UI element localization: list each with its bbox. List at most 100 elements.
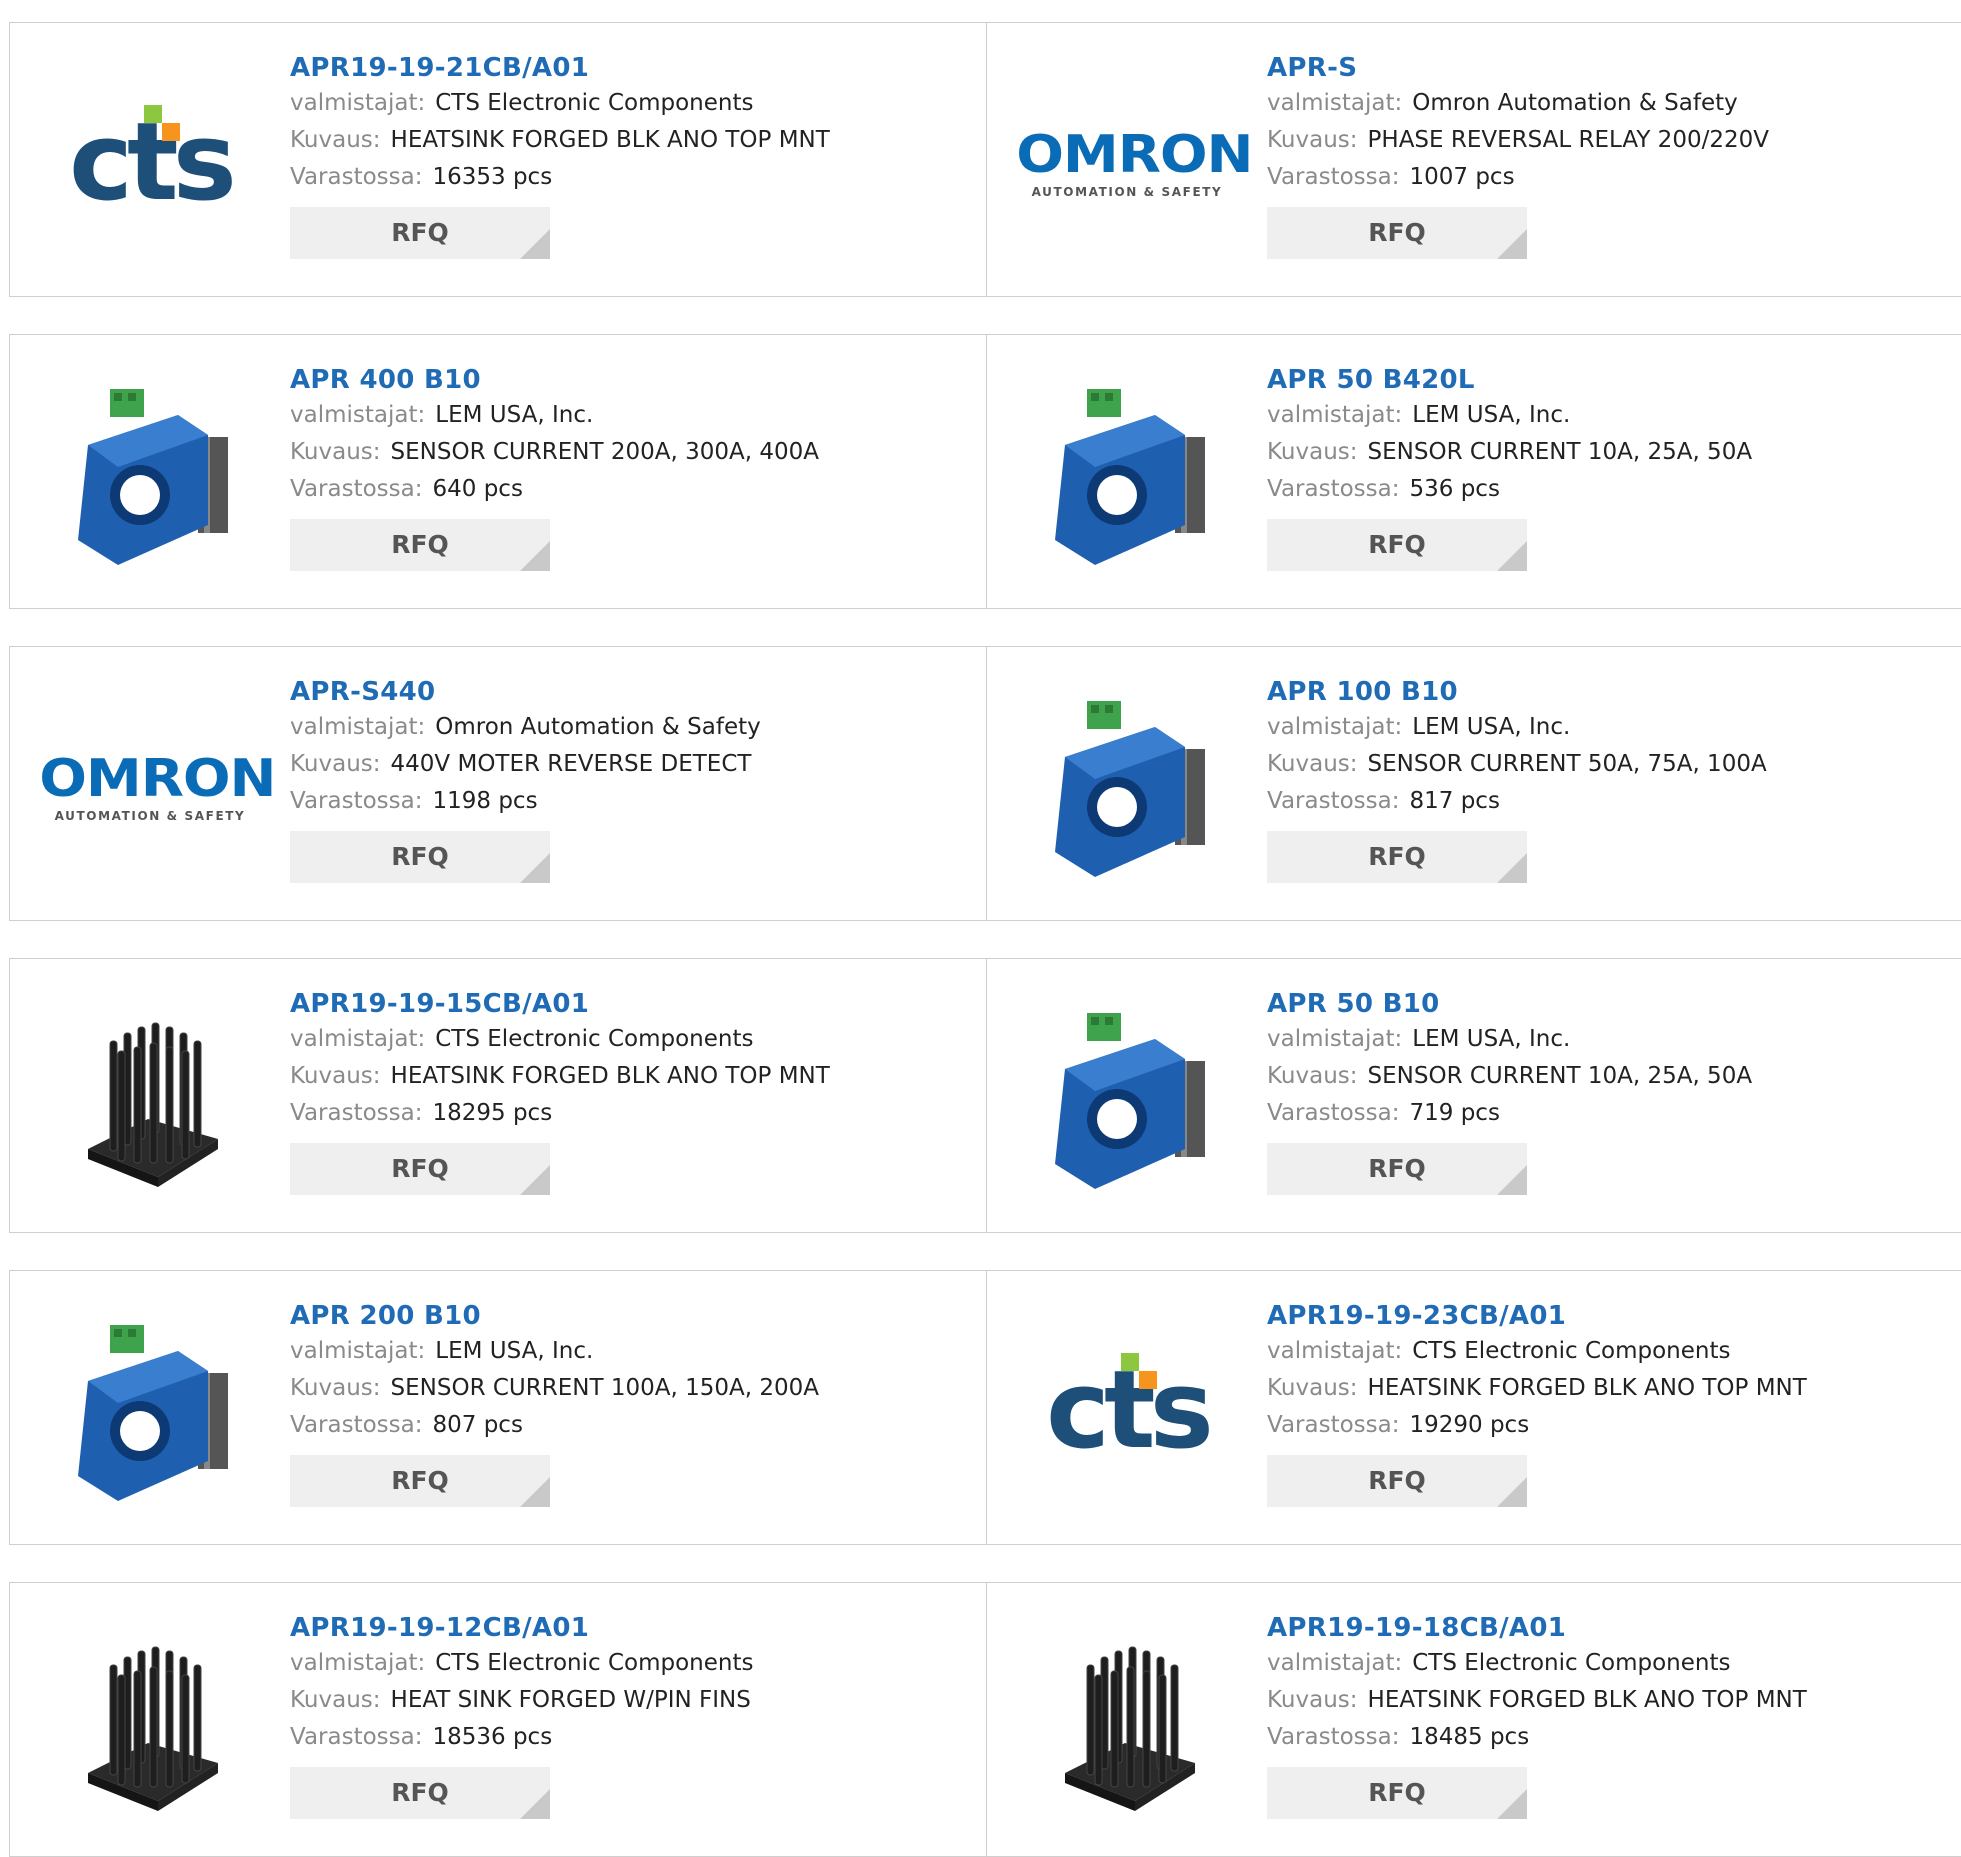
product-image[interactable]: [48, 999, 252, 1199]
rfq-button[interactable]: RFQ: [1267, 1455, 1527, 1507]
manufacturer-label: valmistajat:: [1267, 402, 1403, 428]
rfq-button[interactable]: RFQ: [290, 207, 550, 259]
current-sensor-image: [1055, 389, 1205, 565]
stock-value: 16353 pcs: [432, 164, 553, 190]
stock-value: 19290 pcs: [1409, 1412, 1530, 1438]
description-label: Kuvaus:: [290, 751, 381, 777]
stock-value: 719 pcs: [1409, 1100, 1500, 1126]
stock-value: 1198 pcs: [432, 788, 538, 814]
part-number-link[interactable]: APR19-19-21CB/A01: [290, 51, 976, 85]
manufacturer-value: CTS Electronic Components: [435, 1026, 754, 1052]
product-image[interactable]: [48, 1311, 252, 1511]
manufacturer-value: LEM USA, Inc.: [435, 402, 594, 428]
rfq-button[interactable]: RFQ: [1267, 1767, 1527, 1819]
part-number-link[interactable]: APR 400 B10: [290, 363, 976, 397]
stock-value: 807 pcs: [432, 1412, 523, 1438]
product-card: APR 400 B10 valmistajat: LEM USA, Inc. Ku…: [9, 334, 987, 609]
product-image[interactable]: OMRON AUTOMATION & SAFETY: [39, 687, 276, 887]
rfq-button[interactable]: RFQ: [290, 831, 550, 883]
part-number-link[interactable]: APR-S: [1267, 51, 1954, 85]
description-label: Kuvaus:: [1267, 127, 1358, 153]
stock-value: 640 pcs: [432, 476, 523, 502]
part-number-link[interactable]: APR19-19-15CB/A01: [290, 987, 976, 1021]
stock-label: Varastossa:: [1267, 1100, 1400, 1126]
product-image[interactable]: cts: [1025, 1311, 1229, 1511]
stock-label: Varastossa:: [290, 164, 423, 190]
manufacturer-value: LEM USA, Inc.: [1412, 1026, 1571, 1052]
product-card: cts APR19-19-23CB/A01 valmistajat: CTS El…: [986, 1270, 1961, 1545]
stock-value: 536 pcs: [1409, 476, 1500, 502]
stock-label: Varastossa:: [290, 1100, 423, 1126]
description-label: Kuvaus:: [1267, 439, 1358, 465]
description-value: SENSOR CURRENT 10A, 25A, 50A: [1367, 439, 1753, 465]
part-number-link[interactable]: APR19-19-12CB/A01: [290, 1611, 976, 1645]
stock-label: Varastossa:: [290, 1724, 423, 1750]
product-image[interactable]: [1025, 999, 1229, 1199]
pin-heatsink-image: [88, 1646, 218, 1811]
product-card: APR 50 B10 valmistajat: LEM USA, Inc. Kuv…: [986, 958, 1961, 1233]
product-image[interactable]: [1025, 1623, 1229, 1823]
stock-label: Varastossa:: [1267, 788, 1400, 814]
manufacturer-label: valmistajat:: [290, 1338, 426, 1364]
product-image[interactable]: cts: [48, 63, 252, 263]
rfq-button[interactable]: RFQ: [290, 1455, 550, 1507]
rfq-button[interactable]: RFQ: [1267, 1143, 1527, 1195]
description-label: Kuvaus:: [1267, 1687, 1358, 1713]
product-image[interactable]: [1025, 687, 1229, 887]
rfq-button[interactable]: RFQ: [290, 1143, 550, 1195]
manufacturer-value: LEM USA, Inc.: [1412, 714, 1571, 740]
rfq-button[interactable]: RFQ: [290, 1767, 550, 1819]
product-grid: cts APR19-19-21CB/A01 valmistajat: CTS El…: [9, 22, 1961, 1857]
part-number-link[interactable]: APR 50 B420L: [1267, 363, 1954, 397]
manufacturer-label: valmistajat:: [1267, 90, 1403, 116]
description-label: Kuvaus:: [290, 1063, 381, 1089]
description-value: HEATSINK FORGED BLK ANO TOP MNT: [1367, 1687, 1807, 1713]
rfq-button[interactable]: RFQ: [1267, 831, 1527, 883]
description-label: Kuvaus:: [290, 439, 381, 465]
product-card: APR 100 B10 valmistajat: LEM USA, Inc. Ku…: [986, 646, 1961, 921]
rfq-button[interactable]: RFQ: [1267, 519, 1527, 571]
description-value: 440V MOTER REVERSE DETECT: [390, 751, 752, 777]
description-value: HEATSINK FORGED BLK ANO TOP MNT: [1367, 1375, 1807, 1401]
manufacturer-value: LEM USA, Inc.: [1412, 402, 1571, 428]
manufacturer-label: valmistajat:: [290, 402, 426, 428]
product-card: APR19-19-18CB/A01 valmistajat: CTS Electr…: [986, 1582, 1961, 1857]
description-value: SENSOR CURRENT 100A, 150A, 200A: [390, 1375, 819, 1401]
rfq-button[interactable]: RFQ: [1267, 207, 1527, 259]
part-number-link[interactable]: APR 50 B10: [1267, 987, 1954, 1021]
part-number-link[interactable]: APR 100 B10: [1267, 675, 1954, 709]
part-number-link[interactable]: APR-S440: [290, 675, 976, 709]
part-number-link[interactable]: APR 200 B10: [290, 1299, 976, 1333]
manufacturer-label: valmistajat:: [1267, 714, 1403, 740]
current-sensor-image: [1055, 701, 1205, 877]
description-label: Kuvaus:: [290, 1687, 381, 1713]
part-number-link[interactable]: APR19-19-23CB/A01: [1267, 1299, 1954, 1333]
product-card: APR19-19-15CB/A01 valmistajat: CTS Electr…: [9, 958, 987, 1233]
part-number-link[interactable]: APR19-19-18CB/A01: [1267, 1611, 1954, 1645]
description-value: SENSOR CURRENT 10A, 25A, 50A: [1367, 1063, 1753, 1089]
current-sensor-image: [78, 1325, 228, 1501]
product-image[interactable]: [1025, 375, 1229, 575]
product-image[interactable]: [48, 375, 252, 575]
product-image[interactable]: OMRON AUTOMATION & SAFETY: [1016, 63, 1253, 263]
manufacturer-value: CTS Electronic Components: [1412, 1650, 1731, 1676]
manufacturer-value: Omron Automation & Safety: [1412, 90, 1738, 116]
stock-label: Varastossa:: [290, 476, 423, 502]
pin-heatsink-image: [88, 1022, 218, 1187]
manufacturer-value: CTS Electronic Components: [435, 90, 754, 116]
omron-logo: OMRON AUTOMATION & SAFETY: [1016, 125, 1253, 199]
product-card: APR 200 B10 valmistajat: LEM USA, Inc. Ku…: [9, 1270, 987, 1545]
description-value: HEATSINK FORGED BLK ANO TOP MNT: [390, 1063, 830, 1089]
pin-heatsink-image: [1065, 1646, 1195, 1811]
current-sensor-image: [78, 389, 228, 565]
stock-value: 817 pcs: [1409, 788, 1500, 814]
manufacturer-label: valmistajat:: [1267, 1338, 1403, 1364]
manufacturer-value: CTS Electronic Components: [1412, 1338, 1731, 1364]
stock-label: Varastossa:: [1267, 476, 1400, 502]
description-value: HEAT SINK FORGED W/PIN FINS: [390, 1687, 751, 1713]
manufacturer-value: CTS Electronic Components: [435, 1650, 754, 1676]
rfq-button[interactable]: RFQ: [290, 519, 550, 571]
description-value: SENSOR CURRENT 50A, 75A, 100A: [1367, 751, 1767, 777]
product-image[interactable]: [48, 1623, 252, 1823]
stock-label: Varastossa:: [1267, 164, 1400, 190]
